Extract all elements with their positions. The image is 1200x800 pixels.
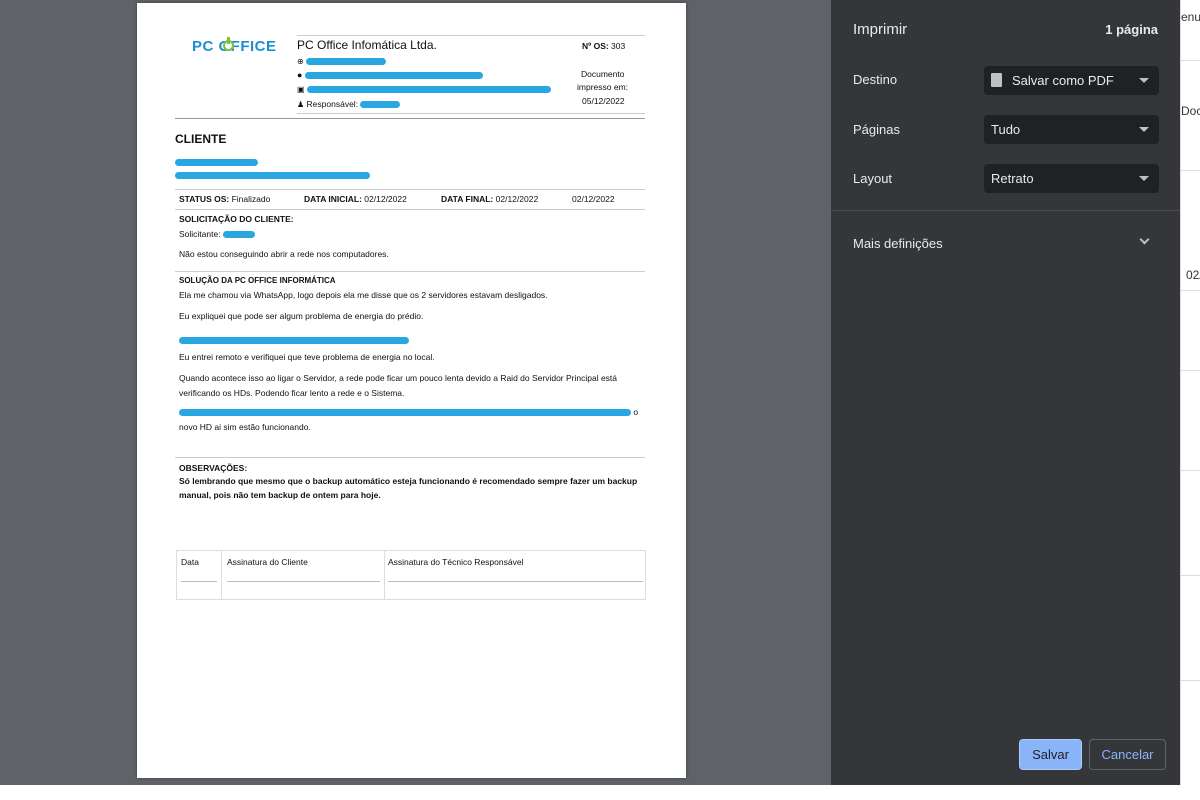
solution-line-1: Ela me chamou via WhatsApp, logo depois … bbox=[179, 290, 548, 300]
request-text: Não estou conseguindo abrir a rede nos c… bbox=[179, 249, 389, 259]
bottom-strip bbox=[0, 785, 1200, 800]
solution-redacted-line bbox=[179, 332, 409, 350]
status-label: STATUS OS: bbox=[179, 194, 230, 204]
company-name: PC Office Infomática Ltda. bbox=[297, 38, 437, 52]
solution-heading: SOLUÇÃO DA PC OFFICE INFORMÁTICA bbox=[179, 276, 336, 285]
cancel-button[interactable]: Cancelar bbox=[1089, 739, 1166, 770]
pages-select[interactable]: Tudo bbox=[984, 115, 1159, 144]
more-settings-label: Mais definições bbox=[853, 236, 943, 251]
user-check-icon: ♟ bbox=[297, 100, 305, 109]
layout-label: Layout bbox=[853, 171, 893, 186]
preview-page: PC OFFICE PC Office Infomática Ltda. ⊕ ●… bbox=[137, 3, 686, 778]
solution-line-4b: verificando os HDs. Podendo ficar lento … bbox=[179, 388, 405, 398]
company-logo: PC OFFICE bbox=[192, 38, 277, 56]
more-settings-toggle[interactable]: Mais definições bbox=[831, 224, 1180, 262]
expand-chevron-icon bbox=[1139, 234, 1150, 245]
pages-label: Páginas bbox=[853, 122, 900, 137]
responsible-label: Responsável: bbox=[306, 99, 359, 109]
destination-label: Destino bbox=[853, 72, 898, 87]
print-dialog-screen: enus Docu 02/ PC OFFICE PC Office Infomá… bbox=[0, 0, 1200, 800]
destination-value: Salvar como PDF bbox=[1012, 73, 1114, 88]
signature-table: Data Assinatura do Cliente Assinatura do… bbox=[176, 550, 646, 600]
start-date-field: DATA INICIAL: 02/12/2022 bbox=[304, 194, 407, 204]
location-pin-icon: ● bbox=[297, 70, 303, 80]
signature-client-label: Assinatura do Cliente bbox=[227, 557, 308, 567]
extra-date: 02/12/2022 bbox=[572, 194, 615, 204]
chevron-down-icon bbox=[1139, 127, 1149, 132]
globe-line: ⊕ bbox=[297, 56, 387, 67]
request-heading: SOLICITAÇÃO DO CLIENTE: bbox=[179, 214, 294, 224]
start-date-label: DATA INICIAL: bbox=[304, 194, 362, 204]
solution-line-2: Eu expliquei que pode ser algum problema… bbox=[179, 311, 424, 321]
bg-menus-text: enus bbox=[1181, 10, 1200, 24]
divider bbox=[831, 210, 1180, 211]
os-label: Nº OS: bbox=[582, 41, 609, 51]
address-line: ● bbox=[297, 70, 483, 81]
observations-heading: OBSERVAÇÕES: bbox=[179, 463, 248, 473]
start-date-value: 02/12/2022 bbox=[364, 194, 407, 204]
client-address-redacted bbox=[175, 167, 370, 185]
globe-icon: ⊕ bbox=[297, 57, 304, 66]
observations-line-1: Só lembrando que mesmo que o backup auto… bbox=[179, 476, 638, 486]
solution-line-5a-end: o bbox=[633, 407, 639, 417]
end-date-value: 02/12/2022 bbox=[495, 194, 539, 204]
file-icon bbox=[991, 73, 1002, 87]
save-button[interactable]: Salvar bbox=[1019, 739, 1082, 770]
responsible-line: ♟ Responsável: bbox=[297, 99, 401, 110]
bg-docu-text: Docu bbox=[1181, 104, 1200, 118]
signature-tech-label: Assinatura do Técnico Responsável bbox=[388, 557, 524, 567]
destination-select[interactable]: Salvar como PDF bbox=[984, 66, 1159, 95]
client-heading: CLIENTE bbox=[175, 132, 227, 146]
end-date-label: DATA FINAL: bbox=[441, 194, 494, 204]
printed-label-1: Documento bbox=[581, 69, 625, 79]
layout-select[interactable]: Retrato bbox=[984, 164, 1159, 193]
page-count: 1 página bbox=[1105, 22, 1158, 37]
observations-line-2: manual, pois não tem backup de ontem par… bbox=[179, 490, 381, 500]
solution-line-5b: novo HD ai sim estão funcionando. bbox=[179, 422, 311, 432]
end-date-field: DATA FINAL: 02/12/2022 bbox=[441, 194, 538, 204]
bg-date-text: 02/ bbox=[1186, 268, 1200, 282]
background-app: enus Docu 02/ bbox=[1180, 0, 1200, 790]
status-value: Finalizado bbox=[231, 194, 271, 204]
chevron-down-icon bbox=[1139, 78, 1149, 83]
pages-value: Tudo bbox=[991, 122, 1021, 137]
os-number: 303 bbox=[611, 41, 626, 51]
solution-line-5a: o bbox=[179, 407, 638, 417]
layout-value: Retrato bbox=[991, 171, 1034, 186]
print-settings-panel: Imprimir 1 página Destino Salvar como PD… bbox=[831, 0, 1180, 785]
chat-icon: ▣ bbox=[297, 85, 305, 94]
print-preview-area[interactable]: PC OFFICE PC Office Infomática Ltda. ⊕ ●… bbox=[0, 0, 831, 785]
requester-label: Solicitante: bbox=[179, 229, 221, 239]
print-title: Imprimir bbox=[853, 21, 908, 38]
chevron-down-icon bbox=[1139, 176, 1149, 181]
printed-date: 05/12/2022 bbox=[582, 96, 625, 106]
solution-line-4a: Quando acontece isso ao ligar o Servidor… bbox=[179, 373, 618, 383]
contact-line: ▣ bbox=[297, 84, 551, 95]
signature-date-label: Data bbox=[181, 557, 199, 567]
requester-line: Solicitante: bbox=[179, 229, 255, 239]
printed-label-2: impresso em: bbox=[577, 82, 629, 92]
logo-text: PC OFFICE bbox=[192, 38, 277, 55]
status-field: STATUS OS: Finalizado bbox=[179, 194, 270, 204]
solution-line-3: Eu entrei remoto e verifiquei que teve p… bbox=[179, 352, 435, 362]
